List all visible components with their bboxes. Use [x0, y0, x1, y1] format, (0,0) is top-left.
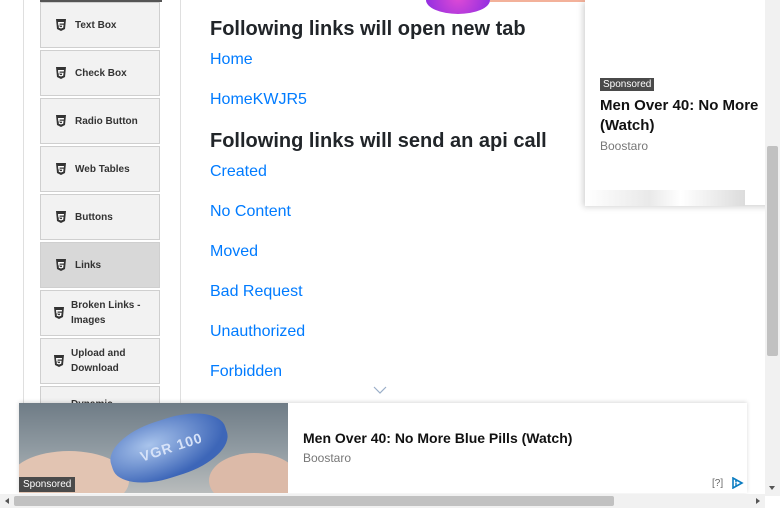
side-ad-card[interactable]: Sponsored Men Over 40: No More (Watch) B…: [585, 0, 780, 206]
sidebar-item-label: Upload and Download: [71, 348, 126, 374]
html5-icon: [54, 355, 64, 367]
moved-link[interactable]: Moved: [210, 243, 258, 261]
html5-icon: [56, 259, 66, 271]
hand-shape: [209, 453, 288, 493]
html5-icon: [56, 163, 66, 175]
sidebar-item-label: Broken Links - Images: [71, 300, 141, 326]
sponsored-badge: Sponsored: [19, 477, 76, 492]
banner-ad[interactable]: VGR 100 Sponsored Men Over 40: No More B…: [19, 403, 747, 493]
forbidden-link[interactable]: Forbidden: [210, 363, 282, 381]
header-decoration: [490, 0, 585, 2]
ad-image: [585, 0, 780, 80]
api-call-heading: Following links will send an api call: [210, 130, 547, 152]
ad-headline[interactable]: Men Over 40: No More (Watch): [600, 96, 780, 136]
unauthorized-link[interactable]: Unauthorized: [210, 323, 305, 341]
ad-headline-line: Men Over 40: No More: [600, 97, 759, 114]
html5-icon: [56, 211, 66, 223]
ad-headline-line: (Watch): [600, 117, 655, 134]
sidebar-item-upload-and-download[interactable]: Upload and Download: [40, 338, 160, 384]
adchoices-icon[interactable]: [731, 477, 745, 489]
sidebar-item-check-box[interactable]: Check Box: [40, 50, 160, 96]
sidebar-item-text-box[interactable]: Text Box: [40, 2, 160, 48]
site-logo: [426, 0, 490, 14]
sidebar-item-label: Web Tables: [75, 163, 130, 175]
new-tab-heading: Following links will open new tab: [210, 18, 526, 40]
sidebar-item-buttons[interactable]: Buttons: [40, 194, 160, 240]
home-link[interactable]: Home: [210, 51, 253, 69]
dynamic-home-link[interactable]: HomeKWJR5: [210, 91, 307, 109]
ad-source: Boostaro: [600, 139, 649, 153]
ad-source: Boostaro: [303, 451, 352, 465]
sidebar-item-label: Check Box: [75, 67, 127, 79]
sidebar-item-broken-links-images[interactable]: Broken Links - Images: [40, 290, 160, 336]
sponsored-badge: Sponsored: [600, 78, 655, 91]
chevron-down-icon[interactable]: [373, 385, 387, 395]
scroll-down-icon[interactable]: [768, 484, 776, 492]
vertical-scrollbar-thumb[interactable]: [767, 146, 778, 356]
bad-request-link[interactable]: Bad Request: [210, 283, 303, 301]
no-content-link[interactable]: No Content: [210, 203, 291, 221]
horizontal-scrollbar-thumb[interactable]: [14, 496, 614, 506]
sidebar-item-radio-button[interactable]: Radio Button: [40, 98, 160, 144]
html5-icon: [56, 67, 66, 79]
ad-decoration: [585, 190, 745, 206]
created-link[interactable]: Created: [210, 163, 267, 181]
html5-icon: [54, 307, 64, 319]
sidebar-item-label: Buttons: [75, 211, 113, 223]
ad-help-link[interactable]: [?]: [712, 478, 723, 489]
ad-headline[interactable]: Men Over 40: No More Blue Pills (Watch): [303, 430, 572, 446]
sidebar-item-label: Radio Button: [75, 115, 138, 127]
html5-icon: [56, 115, 66, 127]
sidebar-item-web-tables[interactable]: Web Tables: [40, 146, 160, 192]
sidebar-item-label: Text Box: [75, 19, 117, 31]
html5-icon: [56, 19, 66, 31]
sidebar-item-label: Links: [75, 259, 102, 271]
sidebar-item-links[interactable]: Links: [40, 242, 160, 288]
scroll-left-icon[interactable]: [3, 497, 11, 505]
scroll-right-icon[interactable]: [754, 497, 762, 505]
